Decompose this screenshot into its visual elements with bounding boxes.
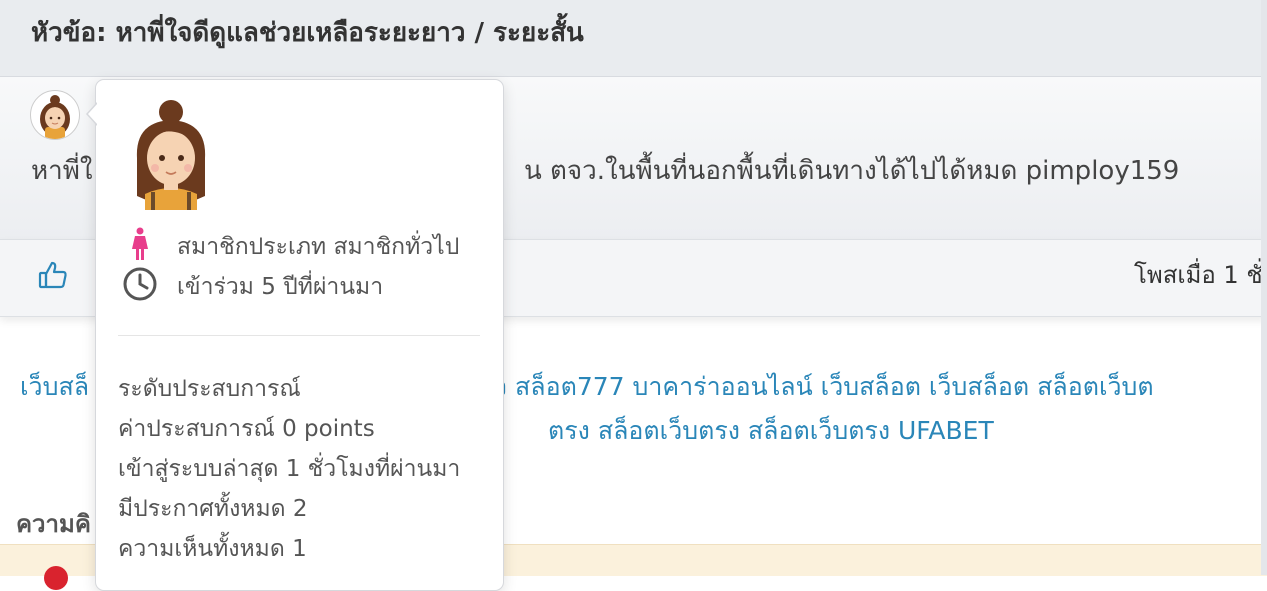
- female-icon: [120, 227, 160, 261]
- joined-row: เข้าร่วม 5 ปีที่ผ่านมา: [120, 267, 490, 301]
- author-avatar[interactable]: [30, 90, 80, 140]
- topic-header: หัวข้อ: หาพี่ใจดีดูแลช่วยเหลือระยะยาว / …: [0, 0, 1267, 77]
- link-text[interactable]: ตรง สล็อตเว็บตรง สล็อตเว็บตรง UFABET: [548, 411, 994, 451]
- posted-at: โพสเมื่อ 1 ชั่: [1134, 261, 1263, 289]
- link-text[interactable]: ว สล็อต777 บาคาร่าออนไลน์ เว็บสล็อต เว็บ…: [493, 367, 1154, 407]
- topic-title: หัวข้อ: หาพี่ใจดีดูแลช่วยเหลือระยะยาว / …: [31, 18, 584, 48]
- joined-date: เข้าร่วม 5 ปีที่ผ่านมา: [177, 274, 384, 300]
- link-text[interactable]: เว็บสล็: [20, 367, 89, 407]
- avatar-girl-icon: [40, 95, 70, 139]
- comments-heading: ความคิ: [16, 510, 91, 538]
- post-text-start: หาพี่ใ: [31, 156, 93, 186]
- popover-divider: [118, 335, 480, 336]
- post-text-end: น ตจว.ในพื้นที่นอกพื้นที่เดินทางได้ไปได้…: [524, 156, 1180, 186]
- like-button[interactable]: [36, 256, 70, 294]
- avatar-girl-icon: [136, 100, 206, 210]
- member-type: สมาชิกประเภท สมาชิกทั่วไป: [177, 234, 460, 260]
- last-login: เข้าสู่ระบบล่าสุด 1 ชั่วโมงที่ผ่านมา: [118, 456, 461, 482]
- total-comments: ความเห็นทั้งหมด 1: [118, 536, 307, 562]
- profile-avatar[interactable]: [131, 98, 211, 210]
- thumbs-up-icon: [38, 261, 67, 289]
- member-type-row: สมาชิกประเภท สมาชิกทั่วไป: [120, 227, 490, 261]
- scrollbar[interactable]: [1261, 0, 1267, 575]
- total-posts: มีประกาศทั้งหมด 2: [118, 496, 308, 522]
- experience-level: ระดับประสบการณ์: [118, 376, 301, 402]
- clock-icon: [120, 267, 160, 301]
- experience-points: ค่าประสบการณ์ 0 points: [118, 416, 375, 442]
- popover-arrow-fill: [88, 103, 98, 125]
- alert-icon: [44, 566, 68, 590]
